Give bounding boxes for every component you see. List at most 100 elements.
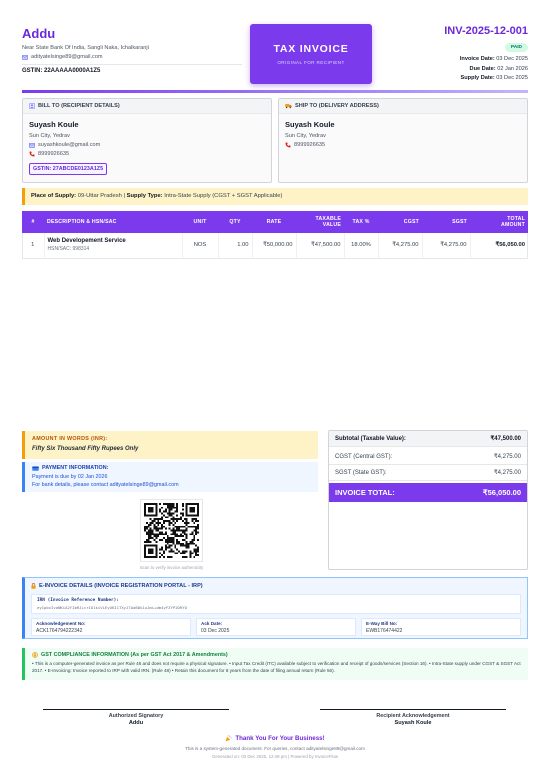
amount-in-words-box: AMOUNT IN WORDS (INR): Fifty Six Thousan…	[22, 431, 318, 459]
subtotal-row: Subtotal (Taxable Value): ₹47,500.00	[329, 431, 527, 447]
e-invoice-heading: E-INVOICE DETAILS (INVOICE REGISTRATION …	[39, 583, 203, 589]
invoice-total-label: INVOICE TOTAL:	[335, 488, 395, 497]
bill-to-city: Sun City, Yedrav	[29, 133, 70, 139]
bill-to-card: BILL TO (RECIPIENT DETAILS) Suyash Koule…	[22, 98, 272, 183]
eway-bill-cell: E-Way Bill No: EWB176474422	[361, 618, 521, 636]
ack-date-label: Ack Date:	[201, 621, 223, 626]
invoice-total-row: INVOICE TOTAL: ₹56,050.00	[329, 483, 527, 502]
party-icon	[225, 735, 232, 742]
payment-due-text: Payment is due by 02 Jan 2026	[32, 474, 108, 480]
cgst-value: ₹4,275.00	[493, 454, 521, 460]
irn-value: ey1pbxIvaNKiA2fIbRJLcrIO1kiVLEyOKI1TXyJT…	[37, 605, 187, 610]
payment-info-header: PAYMENT INFORMATION:	[32, 465, 311, 471]
gst-compliance-body: • This is a computer-generated invoice a…	[32, 661, 521, 673]
tax-invoice-banner: TAX INVOICE ORIGINAL FOR RECIPIENT	[250, 24, 372, 84]
col-tax-percent: TAX %	[344, 211, 378, 233]
email-icon	[29, 142, 35, 148]
user-icon	[29, 103, 35, 109]
supply-type-value: Intra-State Supply (CGST + SGST Applicab…	[164, 193, 283, 199]
place-of-supply-label: Place of Supply:	[31, 193, 77, 199]
ship-to-city: Sun City, Yedrav	[285, 133, 326, 139]
cgst-row: CGST (Central GST): ₹4,275.00	[329, 449, 527, 465]
sgst-value: ₹4,275.00	[493, 470, 521, 476]
seller-gstin: GSTIN: 22AAAAA0000A1Z5	[22, 68, 101, 74]
truck-icon	[285, 103, 292, 109]
e-invoice-header: E-INVOICE DETAILS (INVOICE REGISTRATION …	[31, 583, 203, 589]
card-icon	[32, 465, 39, 471]
subtotal-value: ₹47,500.00	[490, 436, 521, 442]
supply-date-row: Supply Date: 03 Dec 2025	[461, 75, 529, 81]
ship-to-phone-row: 8999926635	[285, 142, 521, 148]
totals-panel: Subtotal (Taxable Value): ₹47,500.00 CGS…	[328, 430, 528, 570]
ship-to-card: SHIP TO (DELIVERY ADDRESS) Suyash Koule …	[278, 98, 528, 183]
seller-email: adityatelsinge89@gmail.com	[31, 54, 103, 60]
invoice-total-value: ₹56,050.00	[482, 488, 521, 497]
thanks-row: Thank You For Your Business!	[0, 735, 550, 742]
col-rate: RATE	[252, 211, 296, 233]
qr-code	[140, 499, 203, 562]
document-subtitle: ORIGINAL FOR RECIPIENT	[277, 60, 345, 65]
gst-compliance-box: GST COMPLIANCE INFORMATION (As per GST A…	[22, 648, 528, 680]
col-unit: UNIT	[182, 211, 218, 233]
email-icon	[22, 54, 28, 60]
seller-divider	[22, 64, 242, 65]
bill-to-phone-row: 8999926635	[29, 151, 265, 157]
sgst-row: SGST (State GST): ₹4,275.00	[329, 465, 527, 481]
authorized-signatory-name: Addu	[128, 720, 144, 726]
place-of-supply-value: 09-Uttar Pradesh	[77, 193, 122, 199]
eway-bill-value: EWB176474422	[366, 628, 403, 634]
bill-to-email: suyashkoule@gmail.com	[38, 142, 101, 148]
ack-date-value: 03 Dec 2025	[201, 628, 230, 634]
supply-date: 03 Dec 2025	[496, 75, 528, 81]
supply-date-label: Supply Date:	[460, 75, 495, 81]
bill-to-header: BILL TO (RECIPIENT DETAILS)	[23, 99, 271, 114]
table-outline	[22, 233, 528, 258]
col-qty: QTY	[218, 211, 252, 233]
irn-box: IRN (Invoice Reference Number): ey1pbxIv…	[31, 594, 521, 614]
ship-to-heading: SHIP TO (DELIVERY ADDRESS)	[295, 103, 379, 109]
header-accent-bar	[22, 90, 528, 93]
ack-number-value: ACK1764794222342	[36, 628, 83, 634]
footer-system-note: This is a system-generated document. For…	[185, 746, 365, 751]
seller-email-row: adityatelsinge89@gmail.com	[22, 54, 103, 60]
ship-to-header: SHIP TO (DELIVERY ADDRESS)	[279, 99, 527, 114]
bill-to-heading: BILL TO (RECIPIENT DETAILS)	[38, 103, 120, 109]
cgst-label: CGST (Central GST):	[335, 453, 393, 460]
authorized-signatory-label: Authorized Signatory	[108, 713, 164, 719]
irn-label: IRN (Invoice Reference Number):	[37, 598, 119, 603]
qr-code-graphic	[144, 503, 199, 558]
invoice-date: 03 Dec 2025	[496, 56, 528, 62]
status-badge: PAID	[504, 43, 528, 52]
signature-line-right	[320, 709, 506, 710]
subtotal-label: Subtotal (Taxable Value):	[335, 435, 406, 442]
document-title: TAX INVOICE	[273, 43, 349, 55]
ship-to-phone: 8999926635	[294, 142, 326, 148]
place-of-supply-bar: Place of Supply: 09-Uttar Pradesh | Supp…	[22, 188, 528, 205]
recipient-name: Suyash Koule	[394, 720, 432, 726]
phone-icon	[29, 151, 35, 157]
invoice-date-label: Invoice Date:	[459, 56, 495, 62]
eway-bill-label: E-Way Bill No:	[366, 621, 398, 626]
payment-contact-text: For bank details, please contact adityat…	[32, 482, 179, 488]
ship-to-name: Suyash Koule	[285, 120, 335, 129]
payment-info-box: PAYMENT INFORMATION: Payment is due by 0…	[22, 462, 318, 492]
bill-to-email-row: suyashkoule@gmail.com	[29, 142, 265, 148]
bill-to-name: Suyash Koule	[29, 120, 79, 129]
col-description: DESCRIPTION & HSN/SAC	[44, 211, 182, 233]
col-number: #	[22, 211, 44, 233]
due-date-label: Due Date:	[469, 66, 496, 72]
col-total-amount: TOTAL AMOUNT	[470, 211, 528, 233]
payment-info-label: PAYMENT INFORMATION:	[42, 465, 109, 471]
invoice-number: INV-2025-12-001	[444, 25, 528, 37]
lock-icon	[31, 583, 36, 589]
signature-line-left	[43, 709, 229, 710]
amount-in-words-value: Fifty Six Thousand Fifty Rupees Only	[32, 446, 139, 452]
sgst-label: SGST (State GST):	[335, 469, 387, 476]
seller-name: Addu	[22, 26, 56, 41]
ack-number-cell: Acknowledgement No: ACK1764794222342	[31, 618, 191, 636]
col-taxable-value: TAXABLE VALUE	[296, 211, 344, 233]
bill-to-phone: 8999926635	[38, 151, 70, 157]
supply-type-label: Supply Type:	[126, 193, 163, 199]
info-icon	[32, 652, 38, 658]
qr-caption: Scan to verify invoice authenticity	[139, 565, 204, 570]
